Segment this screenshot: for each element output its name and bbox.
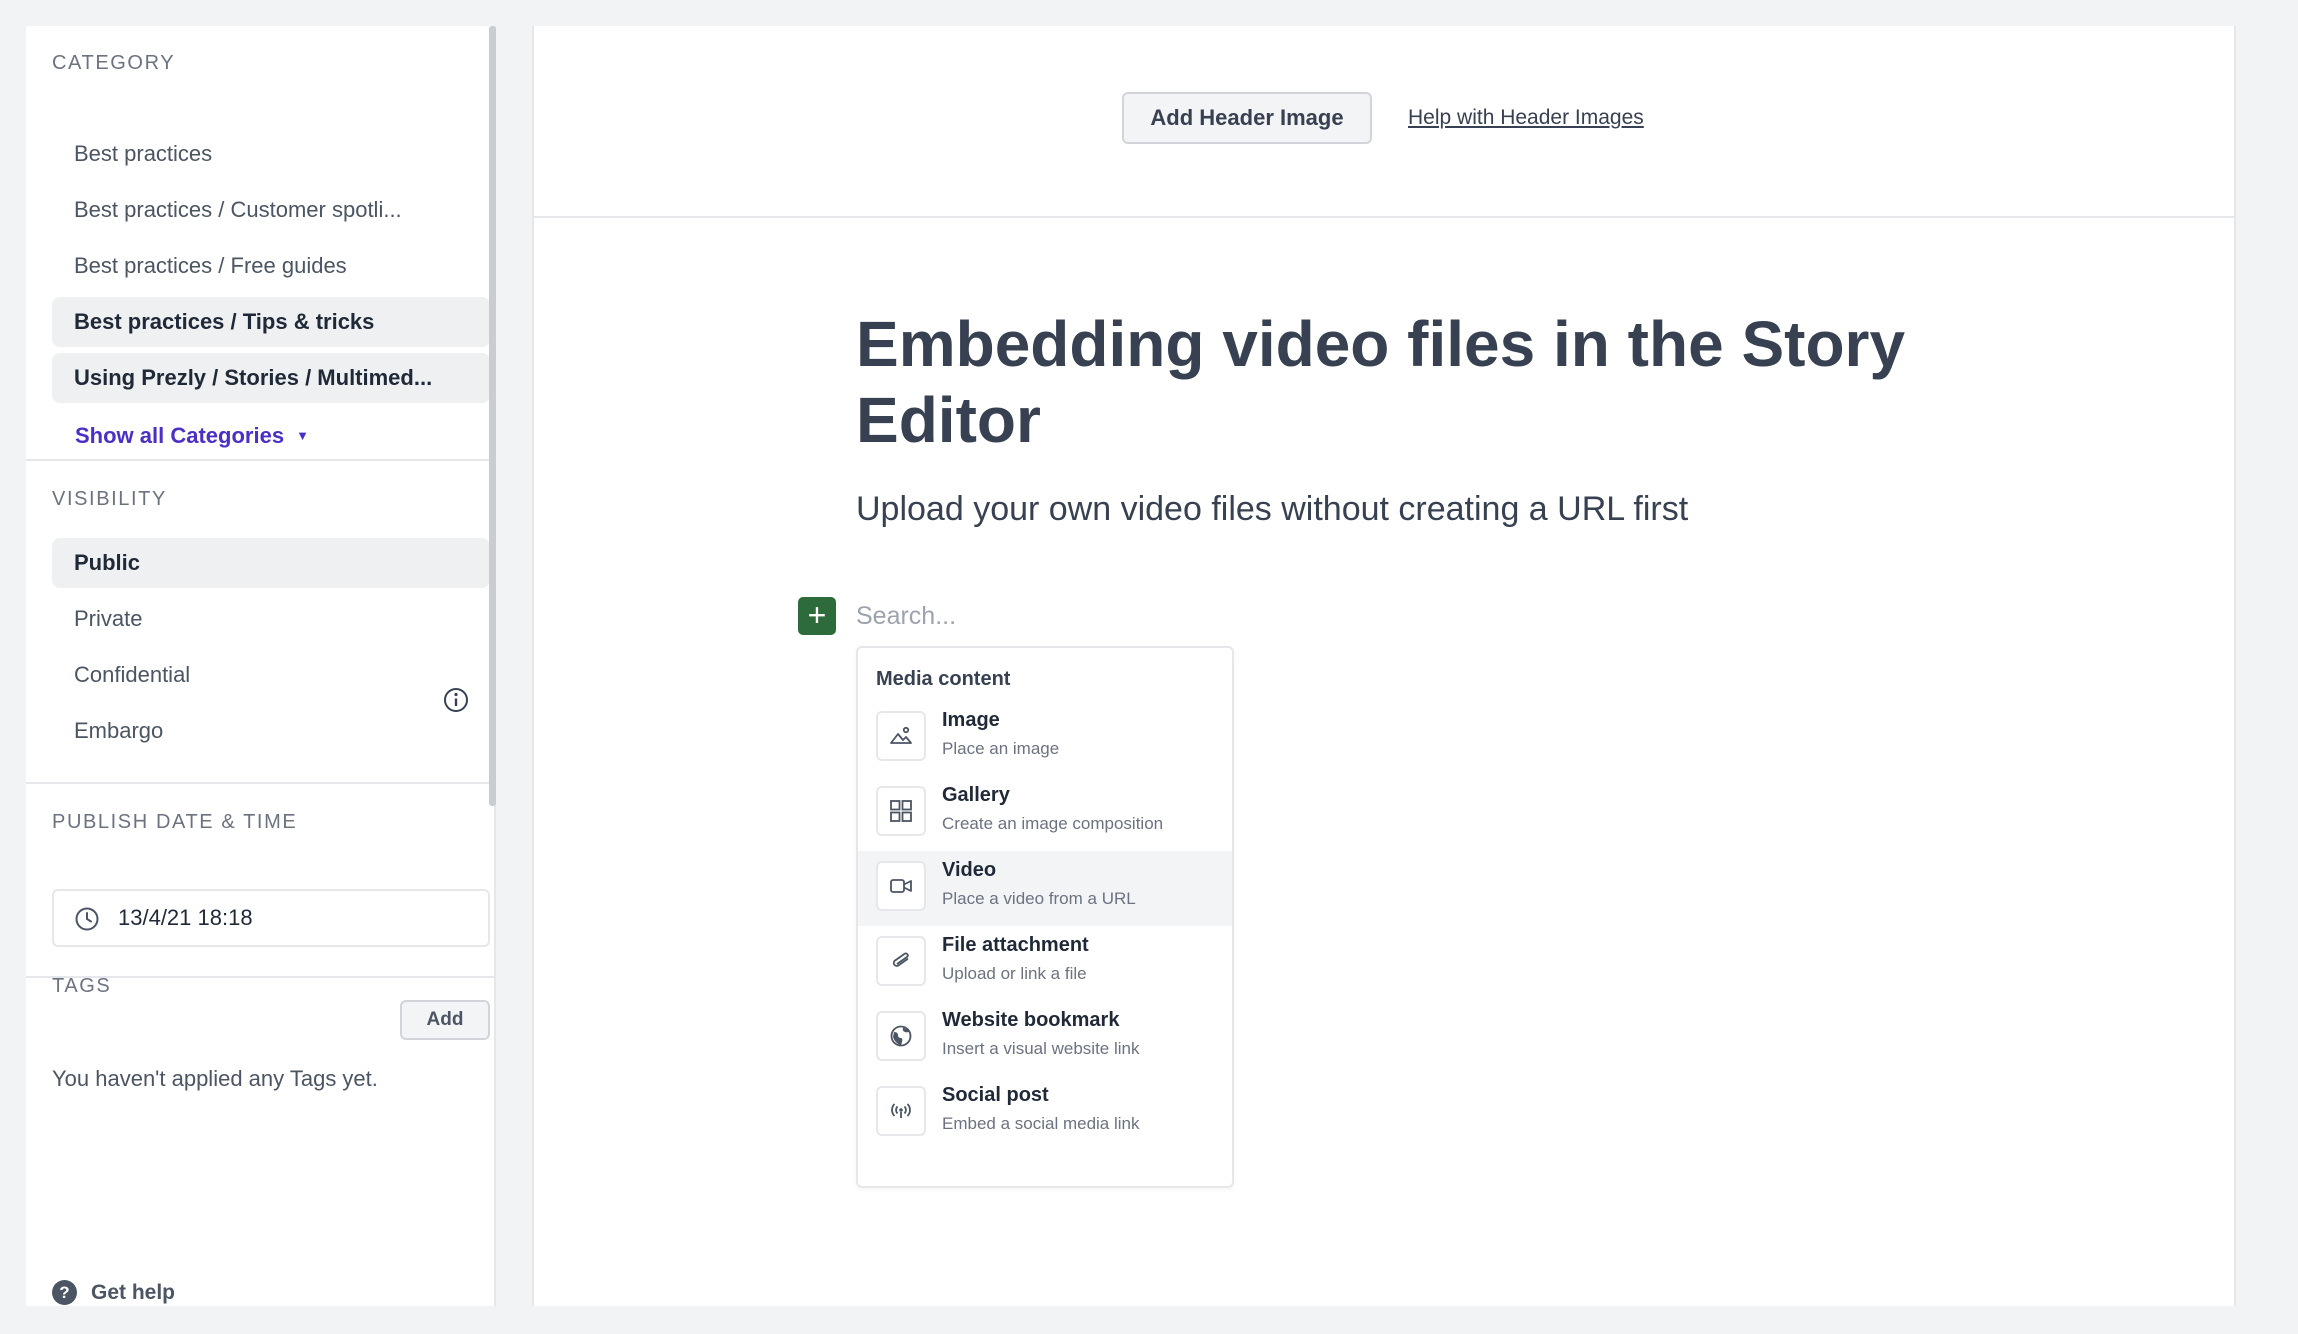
broadcast-icon — [876, 1086, 926, 1136]
gallery-icon — [876, 786, 926, 836]
category-item-selected[interactable]: Best practices / Tips & tricks — [52, 297, 490, 347]
divider — [26, 459, 496, 461]
category-item-selected[interactable]: Using Prezly / Stories / Multimed... — [52, 353, 490, 403]
visibility-option-public[interactable]: Public — [52, 538, 490, 588]
visibility-option-embargo[interactable]: Embargo — [52, 706, 490, 756]
menu-item-gallery[interactable]: Gallery Create an image composition — [858, 776, 1232, 851]
insert-menu: Media content Image Place an image Galle… — [856, 646, 1234, 1188]
get-help-label: Get help — [91, 1280, 176, 1304]
menu-item-label: Image — [942, 709, 1000, 731]
add-header-image-button[interactable]: Add Header Image — [1122, 92, 1372, 144]
story-editor: Add Header Image Help with Header Images… — [532, 26, 2236, 1306]
insert-block-button[interactable]: + — [798, 597, 836, 635]
show-all-categories-label: Show all Categories — [75, 423, 285, 448]
question-icon: ? — [52, 1280, 77, 1305]
block-search-input[interactable]: Search... — [856, 596, 956, 636]
sidebar-scrollbar[interactable] — [489, 26, 496, 806]
menu-item-image[interactable]: Image Place an image — [858, 701, 1232, 776]
publish-date-field[interactable]: 13/4/21 18:18 — [52, 889, 490, 947]
globe-icon — [876, 1011, 926, 1061]
video-icon — [876, 861, 926, 911]
sidebar: CATEGORY Best practices Best practices /… — [26, 26, 496, 1306]
paperclip-icon — [876, 936, 926, 986]
menu-item-desc: Create an image composition — [942, 814, 1164, 833]
menu-item-desc: Place a video from a URL — [942, 889, 1136, 908]
category-title: CATEGORY — [52, 52, 176, 74]
menu-item-desc: Upload or link a file — [942, 964, 1087, 983]
caret-down-icon: ▼ — [296, 428, 309, 443]
add-tag-button[interactable]: Add — [400, 1000, 490, 1040]
category-item[interactable]: Best practices / Free guides — [52, 241, 490, 291]
insert-menu-heading: Media content — [876, 668, 1011, 690]
visibility-title: VISIBILITY — [52, 488, 167, 510]
story-title[interactable]: Embedding video files in the Story Edito… — [856, 306, 1956, 458]
get-help-link[interactable]: ? Get help — [52, 1280, 175, 1305]
story-subtitle[interactable]: Upload your own video files without crea… — [856, 490, 1688, 529]
publish-date-value: 13/4/21 18:18 — [118, 905, 253, 930]
menu-item-label: Gallery — [942, 784, 1010, 806]
divider — [26, 782, 496, 784]
show-all-categories-link[interactable]: Show all Categories ▼ — [75, 411, 309, 461]
tags-title: TAGS — [52, 975, 112, 997]
menu-item-social-post[interactable]: Social post Embed a social media link — [858, 1076, 1232, 1151]
menu-item-label: Social post — [942, 1084, 1049, 1106]
menu-item-file-attachment[interactable]: File attachment Upload or link a file — [858, 926, 1232, 1001]
menu-item-label: File attachment — [942, 934, 1089, 956]
clock-icon — [74, 906, 100, 932]
category-item[interactable]: Best practices / Customer spotli... — [52, 185, 490, 235]
tags-empty-text: You haven't applied any Tags yet. — [52, 1066, 378, 1091]
menu-item-desc: Embed a social media link — [942, 1114, 1140, 1133]
image-icon — [876, 711, 926, 761]
category-item[interactable]: Best practices — [52, 129, 490, 179]
menu-item-desc: Insert a visual website link — [942, 1039, 1140, 1058]
header-image-area: Add Header Image Help with Header Images — [534, 26, 2234, 218]
visibility-option-private[interactable]: Private — [52, 594, 490, 644]
visibility-option-confidential[interactable]: Confidential — [52, 650, 490, 700]
menu-item-label: Website bookmark — [942, 1009, 1120, 1031]
help-header-images-link[interactable]: Help with Header Images — [1408, 92, 1644, 144]
publish-title: PUBLISH DATE & TIME — [52, 811, 298, 833]
menu-item-label: Video — [942, 859, 997, 881]
menu-item-video[interactable]: Video Place a video from a URL — [858, 851, 1232, 926]
menu-item-desc: Place an image — [942, 739, 1060, 758]
menu-item-website-bookmark[interactable]: Website bookmark Insert a visual website… — [858, 1001, 1232, 1076]
